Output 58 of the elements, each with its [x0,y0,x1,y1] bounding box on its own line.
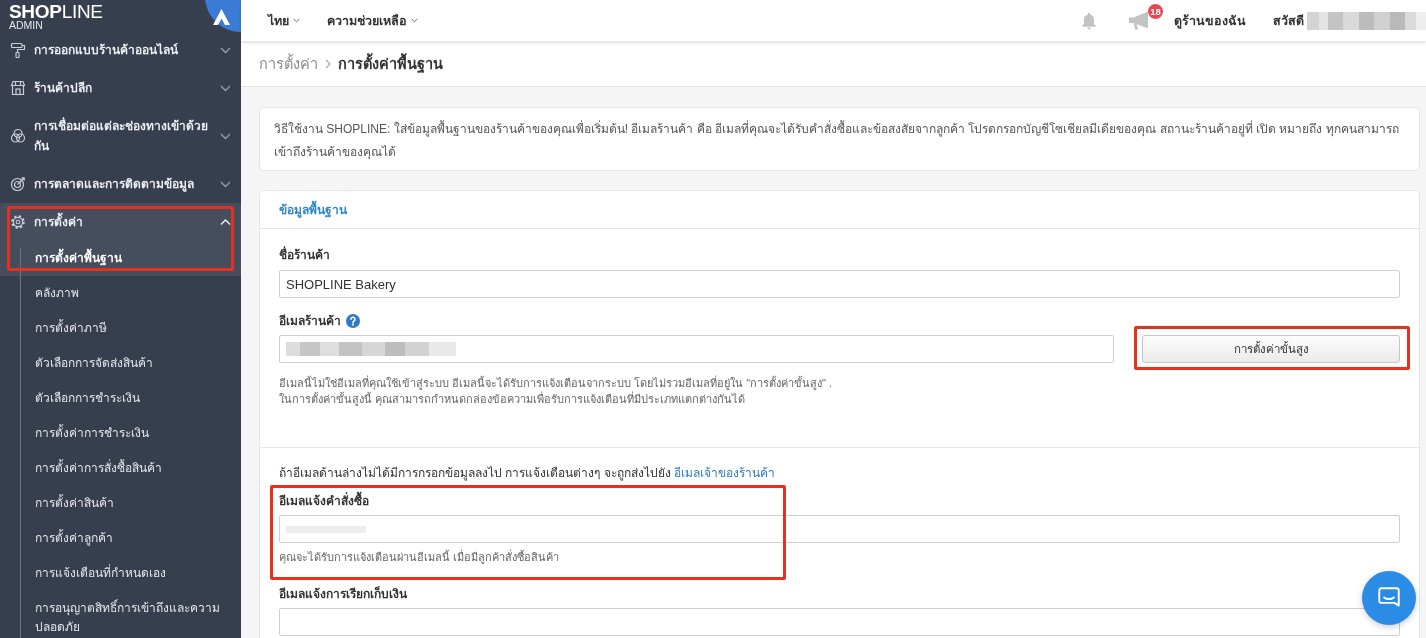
chevron-down-icon [293,18,300,23]
sidebar-subitem[interactable]: การตั้งค่าพื้นฐาน [0,241,241,276]
chevron-right-icon [325,58,331,69]
mountain-logo-icon[interactable] [205,0,241,32]
chevron-down-icon [220,180,231,188]
bell-icon[interactable] [1081,11,1097,30]
field-label: อีเมลร้านค้า [279,313,341,330]
sidebar-item[interactable]: ร้านค้าปลีก [0,69,241,107]
email-field[interactable] [279,608,1400,636]
breadcrumb-current: การตั้งค่าพื้นฐาน [338,52,443,75]
email-field[interactable] [279,515,1400,543]
target-icon [10,176,26,192]
sidebar-subitem[interactable]: คลังภาพ [0,276,241,311]
sidebar-subitem[interactable]: การตั้งค่าการสั่งซื้อสินค้า [0,451,241,486]
sidebar-item[interactable]: การออกแบบร้านค้าออนไลน์ [0,31,241,69]
chevron-up-icon [220,218,231,226]
greeting-text: สวัสดี [1273,12,1304,30]
help-text: ในการตั้งค่าขั้นสูงนี้ คุณสามารถกำหนดกล่องข้อความเพื่อรับการแจ้งเตือนที่มีประเภทแตกต่างกันได้ [279,391,746,407]
sidebar-subitem[interactable]: ตัวเลือกการจัดส่งสินค้า [0,346,241,381]
chevron-down-icon [220,46,231,54]
intro-text: วิธีใช้งาน SHOPLINE: ใส่ข้อมูลพื้นฐานของร้านค้าของคุณเพื่อเริ่มต้น! อีเมลร้านค้า คือ อีเมลที่คุณจะได้รับคำสั่งซื้อและข้อสงสัยจากลูกค้า โปรดกรอกบัญชีโซเชียลมีเดียของคุณ สถานะร้านค้าอยู่ที่ เปิด หมายถึง ทุกคนสามารถเข้าถึงร้านค้าของคุณได้ [274,119,1400,162]
store-name-field[interactable]: SHOPLINE Bakery [279,270,1400,298]
view-store-link[interactable]: ดูร้านของฉัน [1174,10,1246,31]
sidebar-item[interactable]: การเชื่อมต่อแต่ละช่องทางเข้าด้วยกัน [0,107,241,165]
section-title: ข้อมูลพื้นฐาน [279,200,347,219]
advanced-settings-button[interactable]: การตั้งค่าขั้นสูง [1142,335,1400,363]
help-icon[interactable] [346,314,360,328]
sidebar-subitem[interactable]: การตั้งค่าภาษี [0,311,241,346]
sidebar-subitem[interactable]: การแจ้งเตือนที่กำหนดเอง [0,556,241,591]
breadcrumb-link[interactable]: การตั้งค่า [259,52,318,75]
chevron-down-icon [220,84,231,92]
help-text: อีเมลนี้ไม่ใช่อีเมลที่คุณใช้เข้าสู่ระบบ อีเมลนี้จะได้รับการแจ้งเตือนจากระบบ โดยไม่รวมอีเมลที่อยู่ใน "การตั้งค่าขั้นสูง" . [279,375,833,391]
field-label: อีเมลแจ้งคำสั่งซื้อ [279,492,369,510]
field-label: ชื่อร้านค้า [279,246,330,264]
sidebar-subitem[interactable]: การตั้งค่าการชำระเงิน [0,416,241,451]
overlapping-circles-icon [10,128,26,144]
sidebar-subitem[interactable]: ตัวเลือกการชำระเงิน [0,381,241,416]
logo-subtitle: ADMIN [9,20,43,31]
logo-wordmark: SHOPLINE [9,3,103,20]
sidebar-subitem[interactable]: การตั้งค่าลูกค้า [0,521,241,556]
chevron-down-icon [220,132,231,140]
sidebar-item[interactable]: การตลาดและการติดตามข้อมูล [0,165,241,203]
notification-badge: 18 [1148,4,1163,19]
sidebar-item[interactable]: การตั้งค่า [0,203,241,241]
language-dropdown[interactable]: ไทย [268,10,300,31]
help-text: คุณจะได้รับการแจ้งเตือนผ่านอีเมลนี้ เมื่อมีลูกค้าสั่งซื้อสินค้า [279,549,560,565]
chevron-down-icon [411,18,418,23]
email-field[interactable] [279,335,1114,363]
field-label: อีเมลแจ้งการเรียกเก็บเงิน [279,585,407,603]
paint-roller-icon [10,42,26,58]
sidebar-subitem[interactable]: การตั้งค่าสินค้า [0,486,241,521]
store-icon [10,80,26,96]
note-text: ถ้าอีเมลด้านล่างไม่ได้มีการกรอกข้อมูลลงไป การแจ้งเตือนต่างๆ จะถูกส่งไปยัง อีเมลเจ้าของร้านค้า [279,465,775,482]
help-dropdown[interactable]: ความช่วยเหลือ [327,10,418,31]
sidebar-subitem[interactable]: การอนุญาตสิทธิ์การเข้าถึงและความปลอดภัย [0,591,241,638]
owner-email-link[interactable]: อีเมลเจ้าของร้านค้า [674,466,775,480]
megaphone-icon[interactable] [1129,11,1148,30]
gear-icon [10,214,26,230]
